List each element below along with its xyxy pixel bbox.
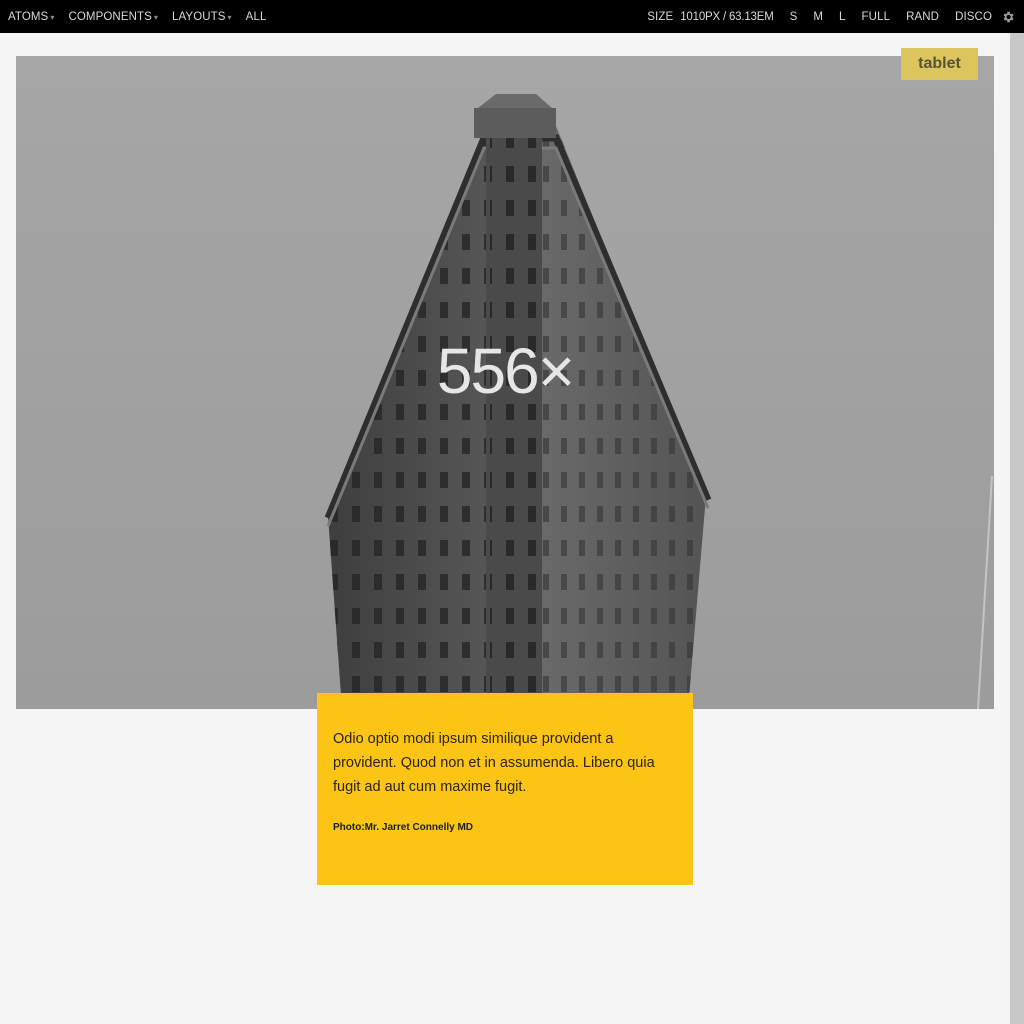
nav-all[interactable]: ALL [246,11,267,23]
breakpoint-badge: tablet [901,48,978,80]
chevron-down-icon: ▾ [50,12,55,22]
photo-credit: Photo:Mr. Jarret Connelly MD [333,822,474,833]
scrollbar[interactable] [1010,33,1024,1024]
nav-layouts[interactable]: LAYOUTS ▾ [172,11,232,23]
nav-components-label: COMPONENTS [68,10,152,23]
nav-layouts-label: LAYOUTS [172,10,226,23]
nav-atoms[interactable]: ATOMS ▾ [8,11,54,23]
pattern-lab-toolbar: ATOMS ▾ COMPONENTS ▾ LAYOUTS ▾ ALL SIZE … [0,0,1024,33]
size-disco-button[interactable]: DISCO [955,11,992,23]
viewport-size-controls: SIZE 1010PX / 63.13EM S M L FULL RAND DI… [647,0,1024,33]
image-size-placeholder: 556× [436,335,575,407]
gear-icon[interactable] [1001,10,1015,24]
caption-body: Odio optio modi ipsum similique providen… [333,731,655,795]
pattern-viewport: 556× tablet Odio optio modi ipsum simili… [0,33,1010,1024]
nav-all-label: ALL [245,10,267,23]
size-full-button[interactable]: FULL [862,11,891,23]
size-medium-button[interactable]: M [813,11,823,23]
size-readout[interactable]: 1010PX / 63.13EM [680,11,774,23]
primary-nav: ATOMS ▾ COMPONENTS ▾ LAYOUTS ▾ ALL [8,0,280,33]
hero-image: 556× [16,56,994,709]
chevron-down-icon: ▾ [227,12,232,22]
nav-components[interactable]: COMPONENTS ▾ [68,11,158,23]
size-random-button[interactable]: RAND [906,11,939,23]
size-small-button[interactable]: S [790,11,798,23]
caption-card: Odio optio modi ipsum similique providen… [317,693,693,885]
size-label: SIZE [647,10,674,23]
chevron-down-icon: ▾ [153,12,159,22]
size-large-button[interactable]: L [839,11,846,23]
nav-atoms-label: ATOMS [8,10,49,23]
